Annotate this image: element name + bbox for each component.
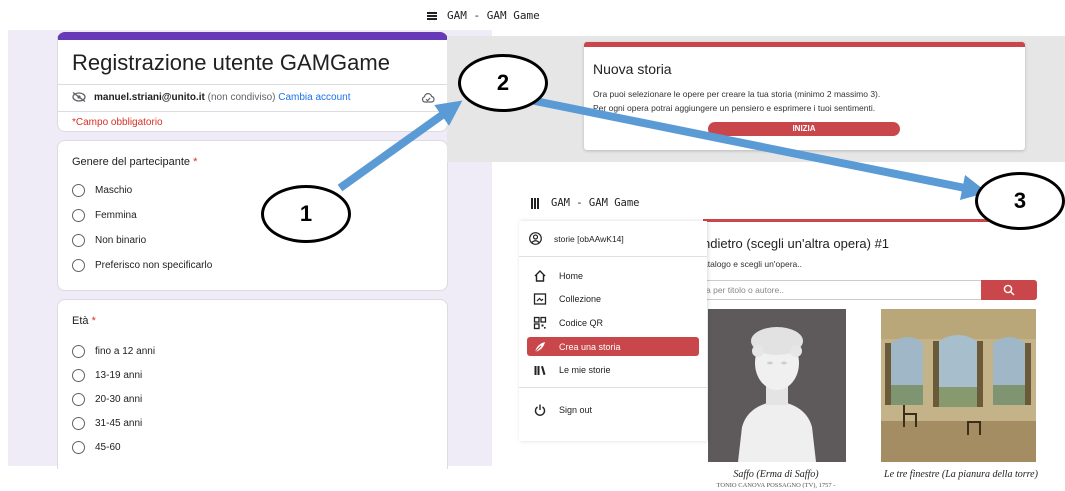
radio-button[interactable] (72, 258, 85, 272)
radio-button[interactable] (72, 368, 85, 382)
menu-item-collection[interactable]: Collezione (527, 289, 699, 308)
artwork-image-tre-finestre[interactable] (881, 309, 1036, 462)
collection-icon (533, 292, 547, 305)
question-title: Genere del partecipante * (72, 156, 198, 168)
feather-icon (534, 341, 545, 352)
radio-button[interactable] (72, 233, 85, 247)
menu-user-row[interactable]: storie [obAAwK14] (519, 221, 707, 257)
catalog-subheading: atalogo e scegli un'opera.. (703, 259, 802, 269)
form-header-card: Registrazione utente GAMGame manuel.stri… (57, 32, 448, 132)
radio-option[interactable]: Preferisco non specificarlo (72, 257, 212, 273)
radio-option[interactable]: Non binario (72, 232, 146, 248)
step-badge-2: 2 (458, 54, 548, 112)
app-title: GAM - GAM Game (447, 9, 540, 22)
new-story-card: Nuova storia Ora puoi selezionare le ope… (584, 42, 1025, 150)
app-header-menu: GAM - GAM Game (531, 197, 640, 209)
gender-question-card: Genere del partecipante * Maschio Femmin… (57, 140, 448, 291)
radio-option[interactable]: 13-19 anni (72, 367, 142, 383)
radio-option[interactable]: 45-60 (72, 439, 121, 455)
catalog-heading: ndietro (scegli un'altra opera) #1 (703, 236, 890, 251)
home-icon (534, 269, 546, 282)
radio-button[interactable] (72, 208, 85, 222)
room-painting-image (881, 309, 1036, 462)
required-note: *Campo obbligatorio (72, 117, 163, 128)
eye-off-icon (72, 92, 86, 102)
radio-button[interactable] (72, 440, 85, 454)
radio-option[interactable]: 31-45 anni (72, 415, 142, 431)
radio-button[interactable] (72, 416, 85, 430)
menu-item-my-stories[interactable]: Le mie storie (527, 360, 699, 379)
radio-button[interactable] (72, 183, 85, 197)
radio-option[interactable]: 20-30 anni (72, 391, 142, 407)
menu-item-sign-out[interactable]: Sign out (527, 400, 699, 419)
step-badge-1: 1 (261, 185, 351, 243)
search-button[interactable] (981, 280, 1037, 300)
menu-user-label: storie [obAAwK14] (554, 233, 624, 244)
bust-sculpture-image (708, 309, 846, 462)
artwork-author: TONIO CANOVA POSSAGNO (TV), 1757 - (716, 482, 836, 489)
form-title: Registrazione utente GAMGame (72, 50, 390, 75)
story-card-title: Nuova storia (593, 61, 672, 77)
artwork-image-saffo[interactable] (708, 309, 846, 462)
radio-button[interactable] (72, 392, 85, 406)
start-button[interactable]: INIZIA (708, 122, 900, 136)
radio-button[interactable] (72, 344, 85, 358)
age-question-card: Età * fino a 12 anni 13-19 anni 20-30 an… (57, 299, 448, 469)
account-note: (non condiviso) (207, 92, 276, 103)
app-header-top: GAM - GAM Game (427, 9, 540, 22)
hamburger-menu-icon[interactable] (427, 11, 437, 20)
menu-item-qr-code[interactable]: Codice QR (527, 313, 699, 332)
radio-option[interactable]: Femmina (72, 207, 137, 223)
menu-item-home[interactable]: Home (527, 266, 699, 285)
search-icon (1003, 284, 1015, 296)
switch-account-link[interactable]: Cambia account (278, 92, 350, 103)
qr-code-icon (533, 316, 547, 329)
step-badge-3: 3 (975, 172, 1065, 230)
composite-screenshot: Registrazione utente GAMGame manuel.stri… (0, 0, 1065, 491)
power-icon (534, 404, 546, 416)
artwork-title[interactable]: Saffo (Erma di Saffo) (706, 469, 846, 480)
cloud-saved-icon (421, 93, 435, 103)
side-menu: storie [obAAwK14] Home Collezione Codice… (519, 221, 707, 441)
question-title: Età * (72, 315, 96, 327)
library-icon (534, 365, 546, 375)
app-title: GAM - GAM Game (551, 197, 640, 209)
artwork-title[interactable]: Le tre finestre (La pianura della torre) (881, 469, 1041, 481)
user-account-icon (529, 232, 542, 245)
radio-option[interactable]: Maschio (72, 182, 132, 198)
menu-divider (519, 387, 707, 388)
account-line: manuel.striani@unito.it (non condiviso) … (58, 84, 447, 112)
menu-item-create-story[interactable]: Crea una storia (527, 337, 699, 356)
account-email: manuel.striani@unito.it (94, 92, 205, 103)
radio-option[interactable]: fino a 12 anni (72, 343, 155, 359)
story-card-text: Ora puoi selezionare le opere per creare… (593, 89, 881, 113)
menu-bars-icon[interactable] (531, 197, 539, 209)
